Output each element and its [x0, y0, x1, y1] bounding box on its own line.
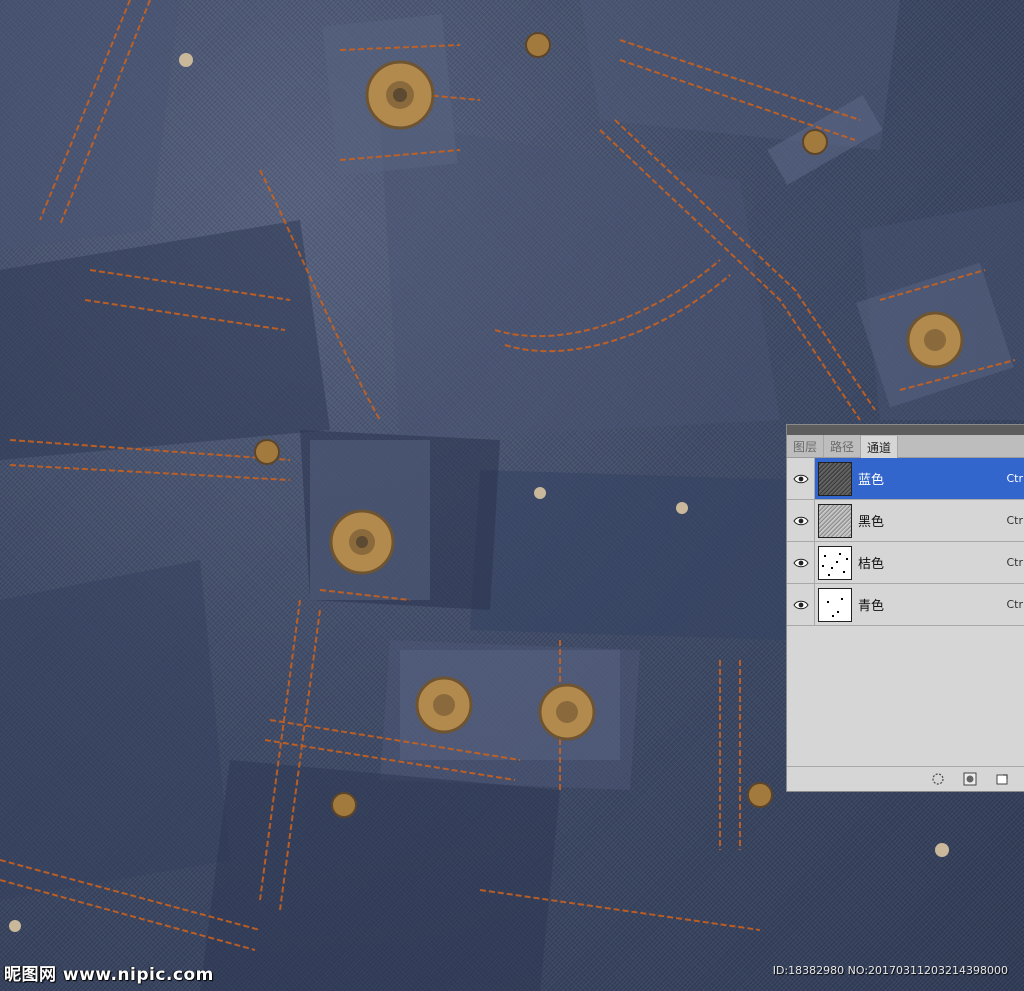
channel-list: 蓝色 Ctr 黑色 Ctr 桔色 Ctr 青色 Ctr [787, 458, 1024, 626]
channel-shortcut: Ctr [1006, 472, 1023, 485]
channel-row-blue[interactable]: 蓝色 Ctr [787, 458, 1024, 500]
channels-panel: 图层 路径 通道 蓝色 Ctr 黑色 Ctr 桔色 Ctr 青色 Ctr [786, 424, 1024, 792]
panel-footer [787, 766, 1024, 791]
channel-row-black[interactable]: 黑色 Ctr [787, 500, 1024, 542]
channel-shortcut: Ctr [1006, 514, 1023, 527]
eye-icon [792, 558, 809, 567]
mask-square-icon[interactable] [963, 772, 977, 786]
channel-name: 蓝色 [858, 473, 885, 488]
tab-paths[interactable]: 路径 [824, 435, 862, 457]
channel-row-cyan[interactable]: 青色 Ctr [787, 584, 1024, 626]
channel-thumbnail [818, 545, 852, 580]
channel-thumbnail [818, 587, 852, 622]
visibility-toggle[interactable] [787, 584, 815, 625]
channel-name: 桔色 [858, 557, 885, 572]
tab-layers[interactable]: 图层 [787, 435, 825, 457]
channel-thumbnail [818, 503, 852, 538]
tab-channels[interactable]: 通道 [861, 436, 899, 458]
visibility-toggle[interactable] [787, 458, 815, 499]
watermark-site: 昵图网 www.nipic.com [4, 965, 214, 985]
eye-icon [792, 600, 809, 609]
panel-title-bar[interactable] [787, 425, 1024, 435]
visibility-toggle[interactable] [787, 542, 815, 583]
channel-row-orange[interactable]: 桔色 Ctr [787, 542, 1024, 584]
panel-tabs: 图层 路径 通道 [787, 435, 1024, 458]
eye-icon [792, 516, 809, 525]
channel-thumbnail [818, 461, 852, 496]
visibility-toggle[interactable] [787, 500, 815, 541]
channel-name: 黑色 [858, 515, 885, 530]
new-channel-icon[interactable] [995, 772, 1009, 786]
channel-name: 青色 [858, 599, 885, 614]
channel-shortcut: Ctr [1006, 598, 1023, 611]
eye-icon [792, 474, 809, 483]
channel-shortcut: Ctr [1006, 556, 1023, 569]
circle-dotted-icon[interactable] [931, 772, 945, 786]
watermark-id: ID:18382980 NO:20170311203214398000 [772, 964, 1008, 977]
